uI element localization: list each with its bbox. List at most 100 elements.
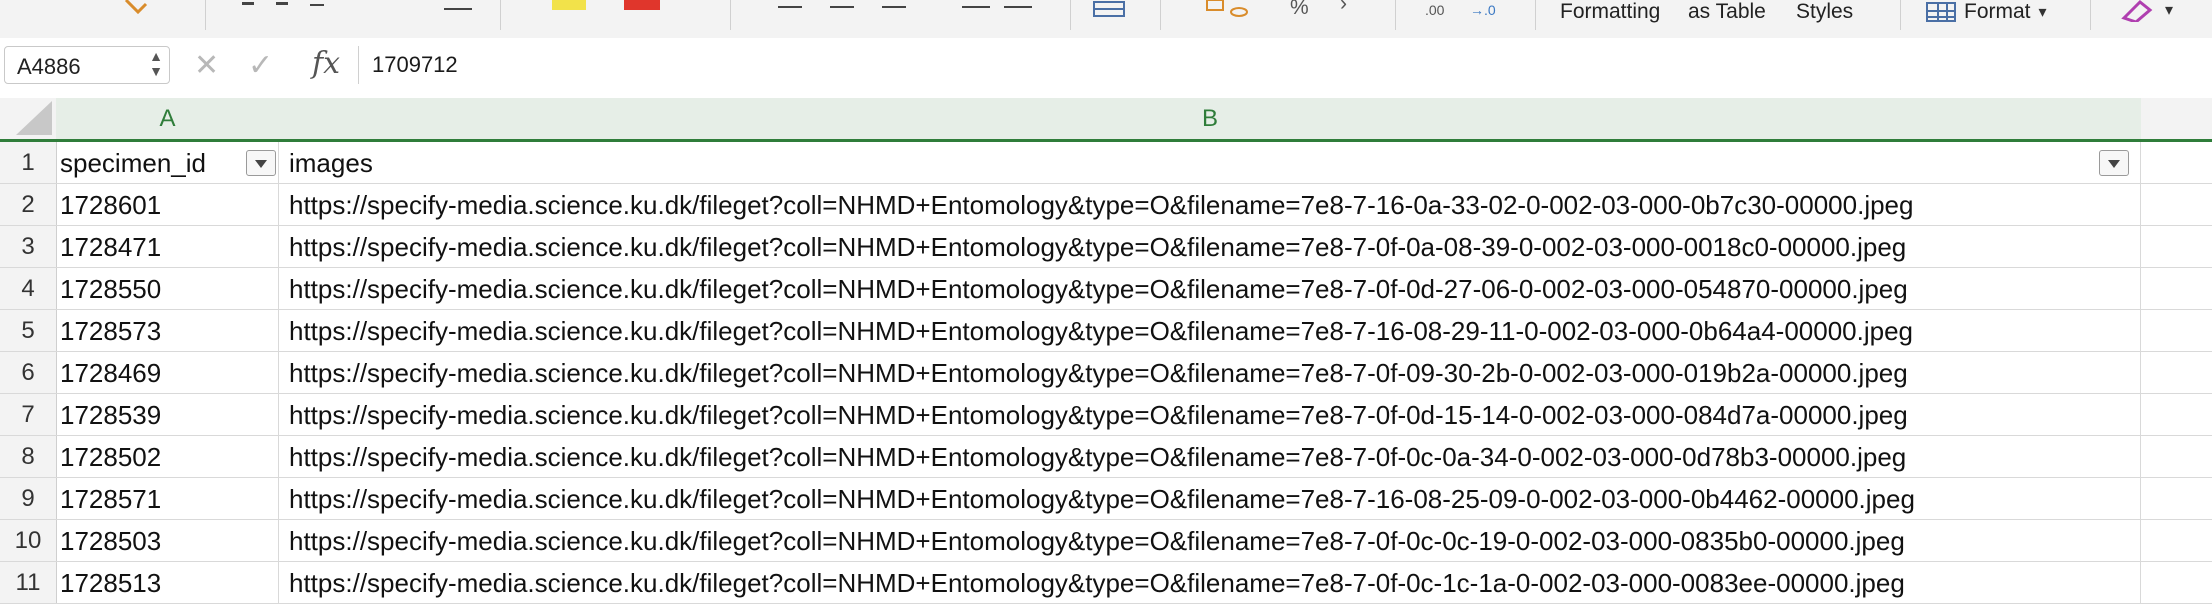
cell-specimen-id[interactable]: 1728502	[56, 436, 279, 477]
ribbon-divider	[1395, 0, 1396, 30]
cell[interactable]	[2141, 184, 2212, 225]
table-header-row: 1 specimen_id images	[0, 142, 2212, 184]
cell-specimen-id[interactable]: 1728601	[56, 184, 279, 225]
filter-dropdown-button[interactable]	[2099, 150, 2129, 176]
ribbon-divider	[500, 0, 501, 30]
table-row: 2 1728601 https://specify-media.science.…	[0, 184, 2212, 226]
ribbon-divider	[730, 0, 731, 30]
cancel-icon[interactable]: ✕	[194, 48, 219, 83]
cell-specimen-id[interactable]: 1728571	[56, 478, 279, 519]
ribbon-divider	[1535, 0, 1536, 30]
row-number[interactable]: 5	[0, 310, 57, 351]
formula-divider	[358, 46, 359, 84]
row-number[interactable]: 6	[0, 352, 57, 393]
cell-image-url[interactable]: https://specify-media.science.ku.dk/file…	[279, 394, 2141, 435]
table-row: 4 1728550 https://specify-media.science.…	[0, 268, 2212, 310]
row-number[interactable]: 7	[0, 394, 57, 435]
cell-header-b[interactable]: images	[279, 142, 2141, 183]
indent-icons[interactable]	[960, 0, 1040, 14]
row-number[interactable]: 2	[0, 184, 57, 225]
cell[interactable]	[2141, 436, 2212, 477]
column-header-a[interactable]: A	[56, 98, 280, 139]
cell-image-url[interactable]: https://specify-media.science.ku.dk/file…	[279, 310, 2141, 351]
column-header-b[interactable]: B	[279, 98, 2142, 139]
spreadsheet-grid: A B 1 specimen_id images 2 1728601 https…	[0, 92, 2212, 614]
cell[interactable]	[2141, 478, 2212, 519]
decrease-decimal-icon[interactable]: →.0	[1470, 2, 1496, 18]
cell-image-url[interactable]: https://specify-media.science.ku.dk/file…	[279, 478, 2141, 519]
row-number[interactable]: 3	[0, 226, 57, 267]
row-number[interactable]: 1	[0, 142, 57, 183]
format-as-table-label[interactable]: as Table	[1688, 0, 1766, 24]
row-number[interactable]: 11	[0, 562, 57, 603]
percent-style-icon[interactable]: %	[1290, 0, 1309, 20]
cell-specimen-id[interactable]: 1728513	[56, 562, 279, 603]
select-all-corner[interactable]	[0, 98, 57, 139]
ribbon-divider	[1160, 0, 1161, 30]
align-icons[interactable]	[770, 0, 930, 14]
number-format-icon[interactable]	[1205, 0, 1255, 24]
cell-image-url[interactable]: https://specify-media.science.ku.dk/file…	[279, 562, 2141, 603]
cell[interactable]	[2141, 394, 2212, 435]
cell-image-url[interactable]: https://specify-media.science.ku.dk/file…	[279, 268, 2141, 309]
font-color-icon[interactable]	[624, 0, 660, 10]
cell-specimen-id[interactable]: 1728469	[56, 352, 279, 393]
cell-image-url[interactable]: https://specify-media.science.ku.dk/file…	[279, 226, 2141, 267]
format-button[interactable]: Format ▾	[1926, 0, 2047, 24]
cell[interactable]	[2141, 562, 2212, 603]
cell[interactable]	[2141, 226, 2212, 267]
table-row: 9 1728571 https://specify-media.science.…	[0, 478, 2212, 520]
increase-decimal-icon[interactable]: .00	[1425, 2, 1444, 18]
cell-specimen-id[interactable]: 1728471	[56, 226, 279, 267]
row-number[interactable]: 10	[0, 520, 57, 561]
cell[interactable]	[2141, 310, 2212, 351]
name-box[interactable]: A4886 ▲ ▼	[4, 46, 170, 84]
header-label: images	[289, 148, 373, 178]
name-box-stepper-icon[interactable]: ▲ ▼	[149, 49, 163, 79]
filter-dropdown-button[interactable]	[246, 150, 276, 176]
enter-icon[interactable]: ✓	[248, 48, 273, 83]
row-number[interactable]: 4	[0, 268, 57, 309]
table-row: 5 1728573 https://specify-media.science.…	[0, 310, 2212, 352]
ribbon-divider	[1900, 0, 1901, 30]
ribbon-divider	[1070, 0, 1071, 30]
cell[interactable]	[2141, 352, 2212, 393]
cell[interactable]	[2141, 268, 2212, 309]
cell-specimen-id[interactable]: 1728503	[56, 520, 279, 561]
comma-style-icon[interactable]: ›	[1340, 0, 1347, 16]
cell-specimen-id[interactable]: 1728550	[56, 268, 279, 309]
cell-image-url[interactable]: https://specify-media.science.ku.dk/file…	[279, 520, 2141, 561]
format-button-label: Format	[1964, 0, 2031, 23]
column-header-row: A B	[0, 98, 2212, 142]
cell-image-url[interactable]: https://specify-media.science.ku.dk/file…	[279, 352, 2141, 393]
cell-specimen-id[interactable]: 1728539	[56, 394, 279, 435]
eraser-icon[interactable]	[2118, 0, 2158, 22]
cell[interactable]	[2141, 142, 2212, 183]
cell-specimen-id[interactable]: 1728573	[56, 310, 279, 351]
row-number[interactable]: 9	[0, 478, 57, 519]
conditional-formatting-label[interactable]: Formatting	[1560, 0, 1660, 24]
formula-input[interactable]: 1709712	[372, 52, 458, 78]
format-painter-icon[interactable]	[118, 0, 158, 20]
borders-icon[interactable]	[440, 0, 480, 14]
cell-styles-label[interactable]: Styles	[1796, 0, 1853, 24]
chevron-down-icon: ▾	[2038, 4, 2047, 21]
chevron-down-icon[interactable]: ▾	[2165, 0, 2173, 20]
table-row: 11 1728513 https://specify-media.science…	[0, 562, 2212, 604]
cell[interactable]	[2141, 520, 2212, 561]
ribbon-divider	[205, 0, 206, 30]
font-style-icons[interactable]	[240, 0, 360, 14]
ribbon-toolbar: % › .00 →.0 Formatting as Table Styles F…	[0, 0, 2212, 39]
cell-header-a[interactable]: specimen_id	[56, 142, 279, 183]
table-row: 7 1728539 https://specify-media.science.…	[0, 394, 2212, 436]
column-header-c[interactable]	[2141, 98, 2212, 139]
cell-image-url[interactable]: https://specify-media.science.ku.dk/file…	[279, 436, 2141, 477]
table-grid-icon	[1926, 2, 1956, 22]
insert-function-icon[interactable]: fx	[312, 46, 340, 81]
highlight-color-icon[interactable]	[552, 0, 586, 10]
table-row: 8 1728502 https://specify-media.science.…	[0, 436, 2212, 478]
cell-image-url[interactable]: https://specify-media.science.ku.dk/file…	[279, 184, 2141, 225]
row-number[interactable]: 8	[0, 436, 57, 477]
merge-center-icon[interactable]	[1090, 0, 1130, 20]
ribbon-divider	[2090, 0, 2091, 30]
